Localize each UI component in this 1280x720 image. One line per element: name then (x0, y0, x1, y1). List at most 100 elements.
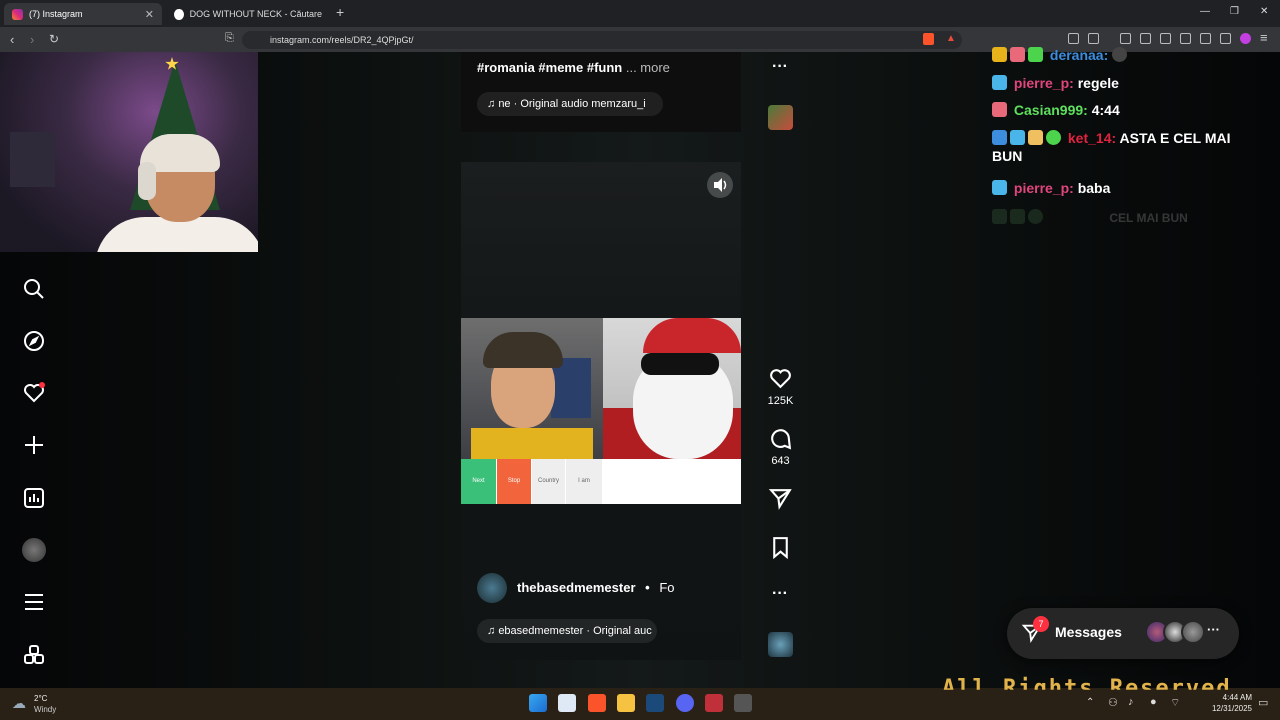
dashboard-icon[interactable] (22, 486, 46, 510)
back-icon[interactable]: ‹ (10, 32, 14, 47)
forward-icon[interactable]: › (30, 32, 34, 47)
close-tab-icon[interactable]: ✕ (145, 8, 154, 21)
guy-cap (483, 332, 563, 368)
music-icon[interactable] (1140, 33, 1151, 44)
start-icon[interactable] (529, 694, 547, 712)
audio-label: ne · Original audio memzaru_i (498, 98, 646, 110)
file-explorer-icon[interactable] (617, 694, 635, 712)
like-count: 125K (767, 395, 794, 407)
reel-caption: #romania #meme #funn (477, 60, 623, 75)
chat-message: pierre_p: baba (992, 179, 1257, 197)
santa-hat (643, 318, 741, 353)
wallet-icon[interactable] (1180, 33, 1191, 44)
crown-badge-icon (992, 47, 1007, 62)
gift-badge-icon (1010, 209, 1025, 224)
creator-username[interactable]: thebasedmemester (517, 580, 636, 595)
menu-icon[interactable]: ≡ (1260, 30, 1268, 45)
chat-text: baba (1077, 180, 1111, 196)
more-menu-icon[interactable] (22, 590, 46, 614)
mic-icon[interactable]: ● (1150, 696, 1157, 708)
search-icon[interactable] (22, 277, 46, 301)
minimize-button[interactable]: — (1200, 6, 1210, 17)
antivirus-icon[interactable] (705, 694, 723, 712)
notifications-icon[interactable]: ▭ (1258, 696, 1268, 709)
gender-filter: I am (566, 459, 602, 504)
vpn-icon[interactable] (1220, 33, 1231, 44)
guy-shirt (471, 428, 593, 459)
tab-google-search[interactable]: DOG WITHOUT NECK - Căutare Goo (166, 3, 331, 25)
close-window-button[interactable]: ✕ (1260, 6, 1268, 17)
chat-username: ket_14: (1067, 130, 1117, 146)
mute-toggle-button[interactable] (707, 172, 733, 198)
chat-text: 4:44 (1091, 102, 1120, 118)
brave-shield-icon[interactable] (923, 33, 934, 45)
previous-reel: #romania #meme #funn ... more ♫ ne · Ori… (461, 52, 741, 132)
share-icon[interactable] (768, 486, 793, 517)
audio-thumbnail[interactable] (768, 105, 793, 130)
comment-icon[interactable] (768, 426, 793, 457)
more-conversations-icon: ··· (1207, 622, 1220, 637)
brave-rewards-icon[interactable]: ▲ (946, 33, 956, 44)
audio-pill[interactable]: ♫ ebasedmemester · Original auc (477, 619, 657, 643)
profile-avatar[interactable] (22, 538, 46, 562)
gift-badge-icon (1028, 47, 1043, 62)
like-icon[interactable] (768, 366, 793, 397)
weather-icon[interactable]: ☁ (12, 695, 26, 712)
bookmark-icon[interactable]: ⎘ (225, 32, 234, 45)
show-hidden-icons[interactable]: ⌃ (1086, 697, 1094, 708)
reload-icon[interactable]: ↻ (49, 32, 59, 46)
creator-avatar[interactable] (477, 573, 507, 603)
leo-icon[interactable] (1200, 33, 1211, 44)
tab-instagram[interactable]: (7) Instagram ✕ (4, 3, 162, 25)
also-from-meta-icon[interactable] (22, 643, 46, 667)
wifi-icon[interactable]: ⌔ (1170, 696, 1180, 710)
more-options-icon[interactable]: ··· (772, 585, 788, 603)
notifications-heart-icon[interactable] (22, 381, 46, 405)
chat-message: pierre_p: regele (992, 74, 1257, 92)
explore-icon[interactable] (22, 329, 46, 353)
chat-text: CEL MAI BUN (1109, 211, 1188, 225)
network-icon[interactable]: ⚇ (1108, 696, 1118, 709)
chat-panel (603, 459, 741, 504)
rank-badge-icon (1010, 130, 1025, 145)
brave-app-icon[interactable] (588, 694, 606, 712)
restore-button[interactable]: ❐ (1230, 6, 1239, 17)
extension-icon[interactable] (1088, 33, 1099, 44)
url-field[interactable]: instagram.com/reels/DR2_4QPjpGt/ (242, 31, 962, 49)
weather-temp: 2°C (34, 694, 48, 703)
follow-button[interactable]: Fo (659, 580, 674, 595)
sidebar-icon[interactable] (1160, 33, 1171, 44)
app-icon[interactable] (734, 694, 752, 712)
chat-message: Casian999: 4:44 (992, 101, 1257, 119)
save-bookmark-icon[interactable] (768, 535, 793, 566)
unread-badge: 7 (1033, 616, 1049, 632)
extension-icon[interactable] (1068, 33, 1079, 44)
audio-pill[interactable]: ♫ ne · Original audio memzaru_i (477, 92, 663, 116)
download-icon[interactable] (1120, 33, 1131, 44)
discord-icon[interactable] (676, 694, 694, 712)
audio-thumbnail[interactable] (768, 632, 793, 657)
tab-label: DOG WITHOUT NECK - Căutare Goo (189, 9, 323, 19)
gift-badge-icon (1028, 130, 1043, 145)
audio-label: ebasedmemester · Original auc (498, 625, 652, 637)
steam-icon[interactable] (646, 694, 664, 712)
task-view-icon[interactable] (558, 694, 576, 712)
create-plus-icon[interactable] (22, 433, 46, 457)
more-link[interactable]: ... more (626, 60, 670, 75)
messages-button[interactable]: 7 Messages ··· (1007, 608, 1239, 659)
rank-badge-icon (1010, 47, 1025, 62)
volume-icon[interactable]: ♪ (1128, 696, 1134, 708)
clock-date[interactable]: 12/31/2025 (1206, 704, 1252, 713)
more-options-icon[interactable]: ··· (772, 58, 788, 76)
next-button: Next (461, 459, 496, 504)
clock-time[interactable]: 4:44 AM (1206, 693, 1252, 702)
new-tab-button[interactable]: + (336, 4, 344, 20)
profile-icon[interactable] (1240, 33, 1251, 44)
chat-username: Casian999: (1013, 102, 1088, 118)
verified-badge-icon (1028, 209, 1043, 224)
santa-glasses (641, 353, 719, 375)
reel-video[interactable]: Next Stop Country I am (461, 318, 741, 504)
chat-username: deranaa: (1049, 47, 1109, 63)
conversation-avatar (1181, 620, 1205, 644)
chat-message: deranaa: (992, 46, 1257, 64)
